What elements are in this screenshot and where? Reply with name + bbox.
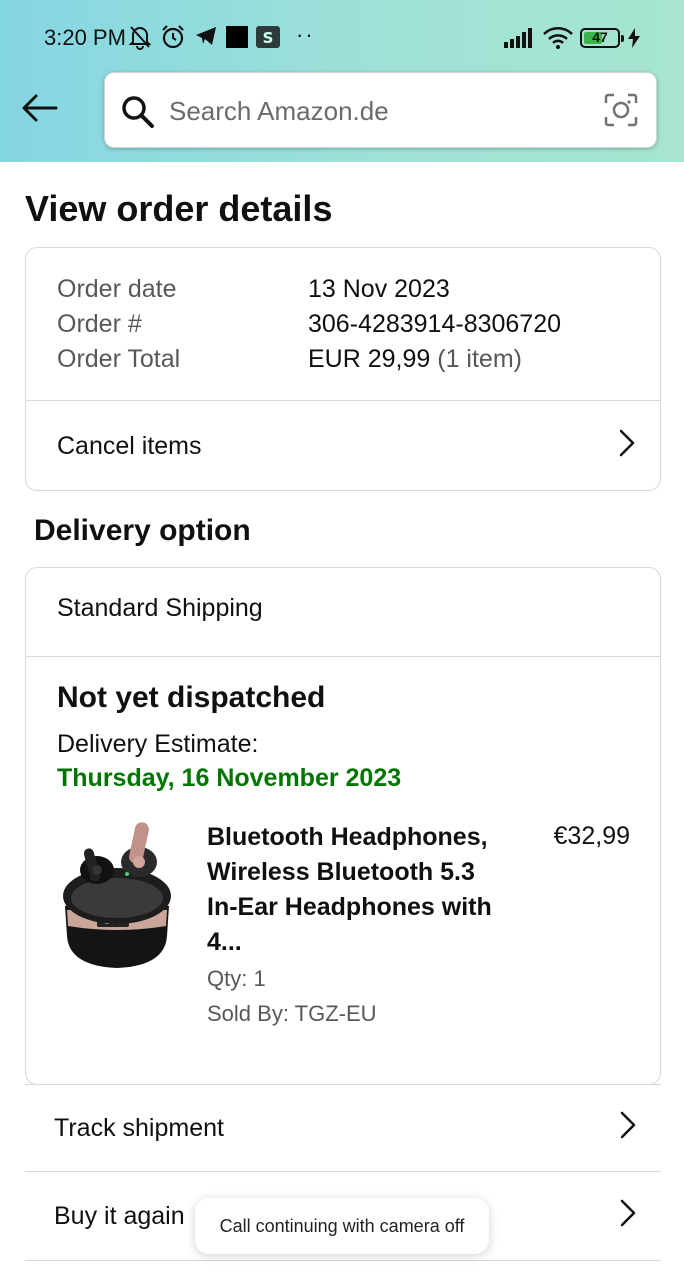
camera-search-icon[interactable] <box>604 93 638 132</box>
delivery-section-title: Delivery option <box>34 514 251 547</box>
order-date-label: Order date <box>57 275 177 303</box>
telegram-icon <box>194 24 218 53</box>
battery-level: 47 <box>592 29 608 45</box>
wifi-icon <box>542 26 574 55</box>
shipping-method: Standard Shipping <box>57 594 263 622</box>
chevron-right-icon <box>619 1110 637 1147</box>
order-date-value: 13 Nov 2023 <box>308 275 450 303</box>
battery-icon: 47 <box>580 28 624 48</box>
order-number-value: 306-4283914-8306720 <box>308 310 562 338</box>
delivery-card: Standard Shipping Not yet dispatched Del… <box>25 567 661 1085</box>
search-icon <box>121 95 155 134</box>
track-shipment-label: Track shipment <box>54 1113 224 1142</box>
chevron-right-icon <box>619 1198 637 1235</box>
signal-icon <box>504 28 534 53</box>
shipment-status: Not yet dispatched <box>57 681 326 714</box>
product-seller: Sold By: TGZ-EU <box>207 1001 377 1026</box>
delivery-estimate-label: Delivery Estimate: <box>57 730 259 758</box>
mute-bell-icon <box>128 24 152 55</box>
product-quantity: Qty: 1 <box>207 966 266 991</box>
svg-text:S: S <box>263 29 274 47</box>
back-button[interactable] <box>18 88 62 132</box>
order-total-value-wrap: EUR 29,99 (1 item) <box>308 345 522 374</box>
s-app-icon: S <box>256 26 280 53</box>
divider <box>26 656 660 657</box>
cancel-items-button[interactable]: Cancel items <box>26 401 660 490</box>
status-time: 3:20 PM <box>44 25 126 50</box>
order-total-value: EUR 29,99 <box>308 345 431 373</box>
back-arrow-icon <box>22 94 58 127</box>
track-shipment-button[interactable]: Track shipment <box>25 1084 661 1172</box>
buy-it-again-label: Buy it again <box>54 1202 185 1230</box>
charging-icon <box>628 28 640 53</box>
delivery-estimate-date: Thursday, 16 November 2023 <box>57 764 402 792</box>
product-title-link[interactable]: Bluetooth Headphones, Wireless Bluetooth… <box>207 820 507 960</box>
order-number-label: Order # <box>57 310 142 338</box>
order-total-label: Order Total <box>57 345 181 373</box>
app-header: 3:20 PM S ·· 47 <box>0 0 684 162</box>
page-title: View order details <box>25 188 333 229</box>
cancel-items-label: Cancel items <box>57 431 202 460</box>
product-price: €32,99 <box>553 822 630 850</box>
product-image[interactable]: 100 <box>57 818 177 973</box>
status-overflow-dots: ·· <box>296 22 315 47</box>
alarm-icon <box>160 24 186 55</box>
status-bar: 3:20 PM S ·· 47 <box>0 0 684 72</box>
search-bar[interactable] <box>104 72 657 148</box>
search-input[interactable] <box>169 87 589 135</box>
order-summary-card: Order date 13 Nov 2023 Order # 306-42839… <box>25 247 661 491</box>
black-square-app-icon <box>226 26 248 53</box>
chevron-right-icon <box>618 428 636 465</box>
order-item-count: (1 item) <box>437 345 522 373</box>
call-toast: Call continuing with camera off <box>195 1198 489 1254</box>
